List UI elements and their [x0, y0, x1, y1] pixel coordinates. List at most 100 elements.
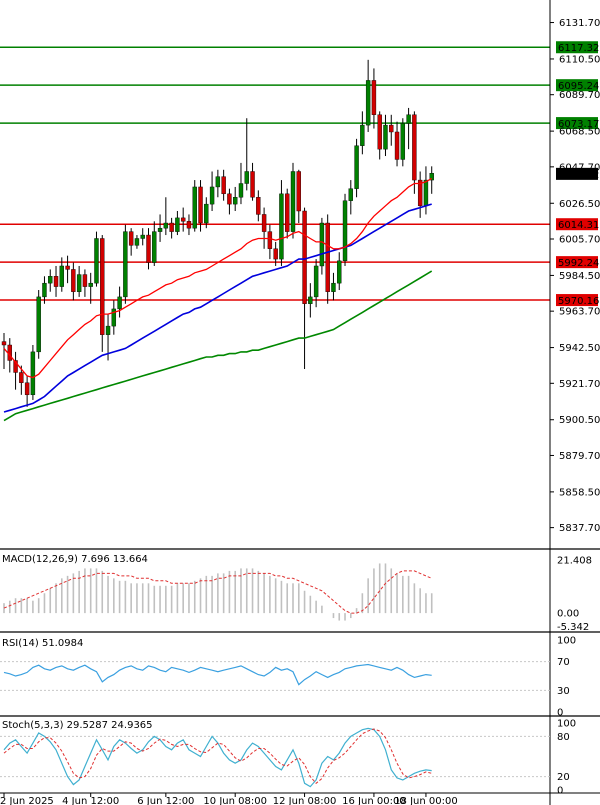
bearish-candle-body [389, 124, 394, 133]
bullish-candle-body [290, 171, 296, 232]
bullish-candle-body [279, 193, 284, 260]
bullish-candle-body [348, 188, 353, 201]
bullish-candle-body [192, 186, 197, 229]
bearish-candle-body [261, 214, 267, 232]
bearish-candle-body [371, 80, 377, 115]
price-tick-label: 5921.70 [559, 379, 600, 390]
macd-panel[interactable]: 21.408 0.00 -5.342 MACD(12,26,9) 7.696 13.… [2, 554, 592, 633]
bullish-candle-body [400, 123, 406, 160]
bearish-candle-body [394, 131, 400, 160]
bearish-candle-body [65, 265, 70, 270]
bullish-candle-body [337, 260, 342, 284]
bullish-candle-body [59, 265, 64, 287]
bullish-candle-body [30, 351, 36, 396]
bullish-candle-body [175, 217, 180, 232]
bullish-candle-body [152, 231, 157, 263]
bullish-candle-body [232, 197, 238, 205]
bullish-candle-body [365, 80, 371, 126]
bullish-candle-body [94, 238, 99, 284]
stochastic-signal-line [3, 728, 432, 784]
bearish-candle-body [198, 186, 203, 224]
stochastic-panel[interactable]: 100 80 20 0 Stoch(5,3,3) 29.5287 24.9365 [0, 719, 576, 797]
bullish-candle-body [204, 203, 209, 224]
bullish-candle-body [42, 282, 47, 298]
bullish-candle-body [140, 234, 145, 239]
price-tick-label: 5837.70 [559, 523, 600, 534]
support-level-label: 6014.31 [558, 220, 599, 231]
time-tick-label: 12 Jun 08:00 [273, 796, 337, 805]
bullish-candle-body [117, 296, 122, 310]
rsi-title: RSI(14) 51.0984 [2, 638, 83, 649]
bearish-candle-body [267, 231, 273, 249]
bearish-candle-body [221, 176, 226, 195]
bullish-candle-body [354, 145, 359, 189]
bearish-candle-body [100, 238, 105, 335]
bullish-candle-body [319, 222, 325, 267]
rsi-tick-label: 30 [557, 686, 570, 697]
bearish-candle-body [285, 193, 290, 232]
rsi-line [3, 663, 432, 686]
time-tick-label: 4 Jun 12:00 [62, 796, 119, 805]
price-tick-label: 5858.50 [559, 487, 600, 498]
resistance-level-label: 6117.32 [558, 43, 599, 54]
bearish-candle-body [180, 217, 186, 222]
bullish-candle-body [88, 282, 93, 287]
current-price-label: 6043.62 [558, 170, 599, 181]
bearish-candle-body [82, 274, 88, 287]
bullish-candle-body [76, 274, 82, 292]
stochastic-title: Stoch(5,3,3) 29.5287 24.9365 [2, 720, 153, 731]
bullish-candle-body [134, 238, 140, 246]
price-tick-label: 6131.70 [559, 18, 600, 29]
rsi-tick-label: 70 [557, 657, 570, 668]
macd-tick-label: 21.408 [557, 555, 592, 566]
time-tick-label: 2 Jun 2025 [0, 796, 54, 805]
time-tick-label: 6 Jun 12:00 [137, 796, 194, 805]
bearish-candle-body [24, 382, 30, 396]
bearish-candle-body [53, 276, 59, 287]
support-level-label: 5970.16 [558, 296, 599, 307]
stochastic-tick-label: 0 [557, 786, 563, 797]
bearish-candle-body [296, 171, 301, 212]
bearish-candle-body [377, 114, 382, 150]
bullish-candle-body [383, 124, 388, 150]
price-tick-label: 6068.50 [559, 127, 600, 138]
rsi-tick-label: 100 [557, 636, 576, 647]
bearish-candle-body [71, 269, 76, 292]
bullish-candle-body [423, 179, 429, 207]
bearish-candle-body [128, 231, 134, 246]
bullish-candle-body [313, 265, 319, 298]
bullish-candle-body [360, 124, 365, 146]
macd-tick-label: 0.00 [557, 609, 579, 620]
bullish-candle-body [215, 176, 221, 188]
trading-chart[interactable]: 6117.326095.246073.176014.315992.245970.… [0, 0, 600, 805]
price-tick-label: 6110.50 [559, 54, 600, 65]
bullish-candle-body [244, 171, 249, 184]
bearish-candle-body [1, 341, 7, 346]
bearish-candle-body [227, 193, 232, 205]
price-tick-label: 5984.50 [559, 271, 600, 282]
stochastic-main-line [3, 727, 432, 788]
bullish-candle-body [123, 231, 128, 298]
rsi-tick-label: 0 [557, 708, 563, 719]
bearish-candle-body [186, 221, 192, 229]
support-level-label: 5992.24 [558, 258, 599, 269]
price-tick-label: 6005.70 [559, 235, 600, 246]
price-tick-label: 5942.50 [559, 343, 600, 354]
price-panel-background [0, 0, 550, 548]
bearish-candle-body [256, 197, 261, 215]
bullish-candle-body [238, 183, 244, 198]
rsi-panel[interactable]: 100 70 30 0 RSI(14) 51.0984 [0, 636, 576, 719]
bearish-candle-body [325, 222, 330, 292]
time-tick-label: 10 Jun 08:00 [203, 796, 267, 805]
bearish-candle-body [146, 234, 151, 263]
stochastic-tick-label: 100 [557, 719, 576, 730]
price-tick-label: 5900.50 [559, 415, 600, 426]
bullish-candle-body [342, 200, 348, 262]
stochastic-tick-label: 20 [557, 772, 570, 783]
bullish-candle-body [308, 296, 313, 304]
price-tick-label: 5963.70 [559, 307, 600, 318]
bullish-candle-body [105, 325, 111, 335]
macd-tick-label: -5.342 [557, 622, 589, 633]
macd-title: MACD(12,26,9) 7.696 13.664 [2, 554, 148, 565]
time-axis: 2 Jun 2025 4 Jun 12:00 6 Jun 12:00 10 Jun 0… [0, 792, 600, 805]
